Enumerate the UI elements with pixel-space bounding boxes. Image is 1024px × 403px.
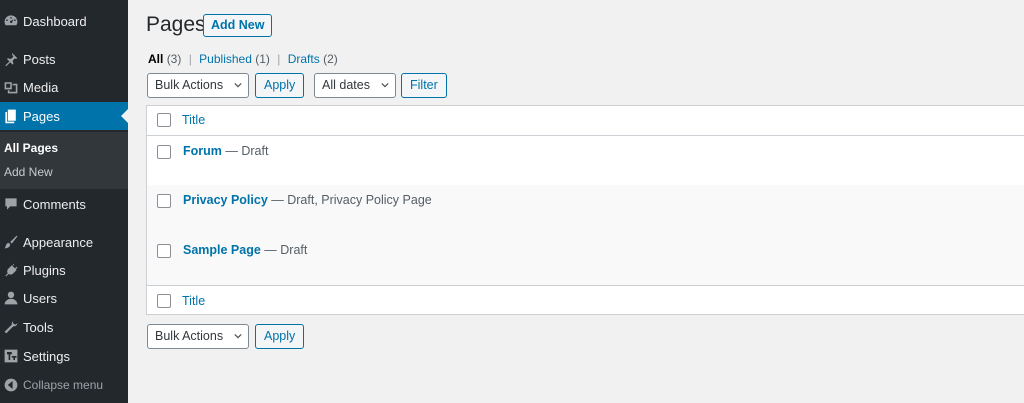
dates-value: All dates	[322, 78, 370, 92]
sidebar-item-label: Settings	[23, 348, 70, 364]
title-column-footer[interactable]: Title	[182, 294, 205, 308]
sidebar-item-label: Tools	[23, 319, 54, 335]
sidebar-item-label: Dashboard	[23, 13, 87, 29]
row-post-state: — Draft	[260, 243, 308, 257]
active-menu-arrow	[121, 109, 128, 123]
table-row: Sample Page — Draft	[147, 235, 1024, 285]
filter-button[interactable]: Filter	[401, 73, 447, 98]
filter-all-link[interactable]: All	[148, 52, 163, 66]
pages-submenu: All Pages Add New	[0, 132, 128, 189]
sidebar-item-label: Pages	[23, 108, 60, 124]
chevron-down-icon	[234, 333, 242, 339]
collapse-menu-label: Collapse menu	[23, 378, 104, 392]
row-title-link[interactable]: Forum — Draft	[183, 144, 268, 158]
sidebar-item-pages[interactable]: Pages	[0, 102, 128, 130]
table-row: Privacy Policy — Draft, Privacy Policy P…	[147, 185, 1024, 235]
sidebar-item-dashboard[interactable]: Dashboard	[0, 7, 128, 35]
apply-button-bottom[interactable]: Apply	[255, 324, 305, 349]
bulk-actions-select[interactable]: Bulk Actions	[147, 73, 249, 98]
comment-icon	[3, 196, 19, 212]
dates-select[interactable]: All dates	[314, 73, 396, 98]
filter-published-link[interactable]: Published	[199, 52, 252, 66]
row-checkbox[interactable]	[157, 194, 171, 208]
sidebar-item-label: Appearance	[23, 234, 94, 250]
pages-icon	[3, 108, 19, 124]
sidebar-item-label: Comments	[23, 196, 86, 212]
user-icon	[3, 290, 19, 306]
filter-published-count: (1)	[255, 52, 270, 66]
row-post-state: — Draft, Privacy Policy Page	[267, 193, 432, 207]
table-header-row: Title	[147, 106, 1024, 135]
settings-icon	[3, 348, 19, 364]
row-title-text[interactable]: Sample Page	[183, 243, 261, 257]
row-title-link[interactable]: Sample Page — Draft	[183, 243, 307, 257]
sidebar-item-tools[interactable]: Tools	[0, 313, 128, 341]
sidebar-item-appearance[interactable]: Appearance	[0, 228, 128, 256]
sidebar-item-settings[interactable]: Settings	[0, 342, 128, 370]
sidebar-item-comments[interactable]: Comments	[0, 190, 128, 218]
sidebar-item-users[interactable]: Users	[0, 284, 128, 312]
sidebar-item-plugins[interactable]: Plugins	[0, 256, 128, 284]
filter-all-count: (3)	[166, 52, 182, 66]
row-post-state: — Draft	[221, 144, 269, 158]
table-footer-row: Title	[147, 286, 1024, 315]
sidebar-item-posts[interactable]: Posts	[0, 45, 128, 73]
page-title: Pages	[146, 13, 206, 36]
media-icon	[3, 79, 19, 95]
plug-icon	[3, 262, 19, 278]
sidebar-item-label: Users	[23, 290, 57, 306]
pin-icon	[3, 51, 19, 67]
submenu-item-add-new[interactable]: Add New	[4, 165, 53, 179]
main-content: Pages Add New All (3) | Published (1) | …	[128, 0, 1024, 403]
brush-icon	[3, 234, 19, 250]
filter-separator: |	[277, 52, 281, 66]
add-new-button[interactable]: Add New	[203, 14, 273, 37]
select-all-checkbox[interactable]	[157, 113, 171, 127]
collapse-menu-button[interactable]: Collapse menu	[0, 371, 128, 399]
row-title-text[interactable]: Forum	[183, 144, 222, 158]
row-title-link[interactable]: Privacy Policy — Draft, Privacy Policy P…	[183, 193, 432, 207]
table-row: Forum — Draft	[147, 136, 1024, 185]
title-column-header[interactable]: Title	[182, 113, 205, 127]
sidebar-item-label: Plugins	[23, 262, 66, 278]
select-all-checkbox-footer[interactable]	[157, 294, 171, 308]
chevron-down-icon	[381, 82, 389, 88]
apply-button[interactable]: Apply	[255, 73, 305, 98]
admin-sidebar: Dashboard Posts Media Pages All Pages Ad…	[0, 0, 128, 403]
bulk-actions-select-bottom[interactable]: Bulk Actions	[147, 324, 249, 349]
chevron-down-icon	[234, 82, 242, 88]
filter-drafts-count: (2)	[323, 52, 338, 66]
submenu-item-all-pages[interactable]: All Pages	[4, 141, 58, 155]
row-checkbox[interactable]	[157, 145, 171, 159]
pages-table: Title Forum — Draft Privacy Policy — Dra…	[146, 105, 1024, 315]
filter-drafts-link[interactable]: Drafts	[288, 52, 320, 66]
dashboard-icon	[3, 13, 19, 29]
row-checkbox[interactable]	[157, 244, 171, 258]
collapse-arrow-icon	[3, 377, 19, 393]
sidebar-item-label: Media	[23, 79, 59, 95]
row-title-text[interactable]: Privacy Policy	[183, 193, 268, 207]
wrench-icon	[3, 319, 19, 335]
sidebar-item-label: Posts	[23, 51, 56, 67]
bulk-actions-value: Bulk Actions	[155, 78, 224, 92]
status-filter-links: All (3) | Published (1) | Drafts (2)	[148, 52, 338, 66]
bulk-actions-value: Bulk Actions	[155, 329, 224, 343]
filter-separator: |	[188, 52, 192, 66]
sidebar-item-media[interactable]: Media	[0, 73, 128, 101]
